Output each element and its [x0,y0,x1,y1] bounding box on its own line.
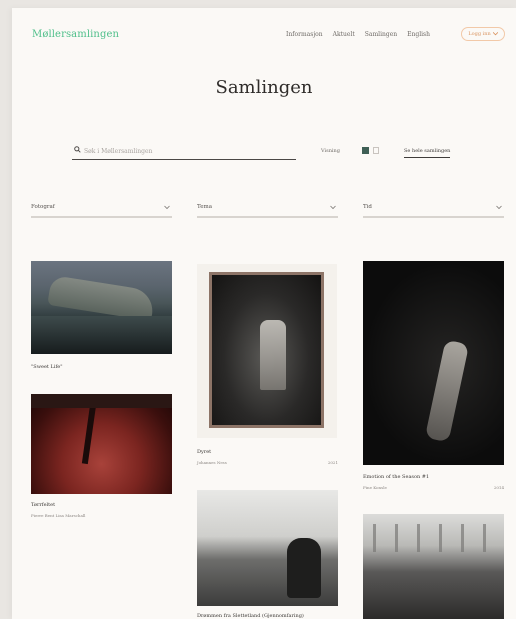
artwork-artist: Pierre Bent Lisa Marschall [31,513,86,518]
artwork-title[interactable]: Emotion of the Season #1 [363,474,429,480]
nav-item-samlingen[interactable]: Samlingen [365,31,397,38]
page-title: Samlingen [215,77,313,98]
artwork-year: 2014 [493,485,504,490]
chevron-down-icon [330,205,336,210]
nav-item-informasjon[interactable]: Informasjon [286,31,323,38]
site-logo[interactable]: Møllersamlingen [32,29,119,40]
chevron-down-icon [496,205,502,210]
search-input[interactable] [84,145,289,157]
nav-item-english[interactable]: English [407,31,430,38]
chevron-down-icon [492,32,498,36]
artwork-artist: Johannes Ness [197,460,227,465]
filter-tid[interactable]: Tid [363,202,504,218]
main-nav: Informasjon Aktuelt Samlingen English [286,31,430,38]
see-all-link[interactable]: Se hele samlingen [404,148,451,158]
artwork-title[interactable]: Dyret [197,449,211,455]
grid-view-icon[interactable] [362,147,369,154]
artwork-title[interactable]: Tørrfeltet [31,502,55,508]
search-bar [72,145,296,160]
filter-label: Fotograf [31,204,55,210]
artwork-image-field[interactable] [197,490,338,606]
artwork-title[interactable]: "Sweet Life" [31,364,63,370]
artwork-year: 2021 [327,460,338,465]
search-icon [74,146,81,153]
artwork-image-deer[interactable] [197,264,337,438]
filter-label: Tid [363,204,372,210]
chevron-down-icon [164,205,170,210]
filter-label: Tema [197,204,212,210]
artwork-image-red-field[interactable] [31,394,172,494]
artwork-artist: Fine Konsle [363,485,387,490]
page-frame: Møllersamlingen Informasjon Aktuelt Saml… [12,8,516,619]
filter-tema[interactable]: Tema [197,202,338,218]
nav-item-aktuelt[interactable]: Aktuelt [333,31,355,38]
artwork-image-crowd[interactable] [363,514,504,619]
login-button[interactable]: Logg inn [461,27,505,41]
deer-photo [209,272,324,428]
artwork-title[interactable]: Drømmen fra Slettetland (Gjennomfaring) [197,613,338,619]
login-button-label: Logg inn [468,31,491,37]
list-view-icon[interactable] [373,147,379,154]
artwork-image-car[interactable] [31,261,172,354]
view-label: Visning [321,148,340,154]
artwork-image-dancer[interactable] [363,261,504,465]
filter-fotograf[interactable]: Fotograf [31,202,172,218]
